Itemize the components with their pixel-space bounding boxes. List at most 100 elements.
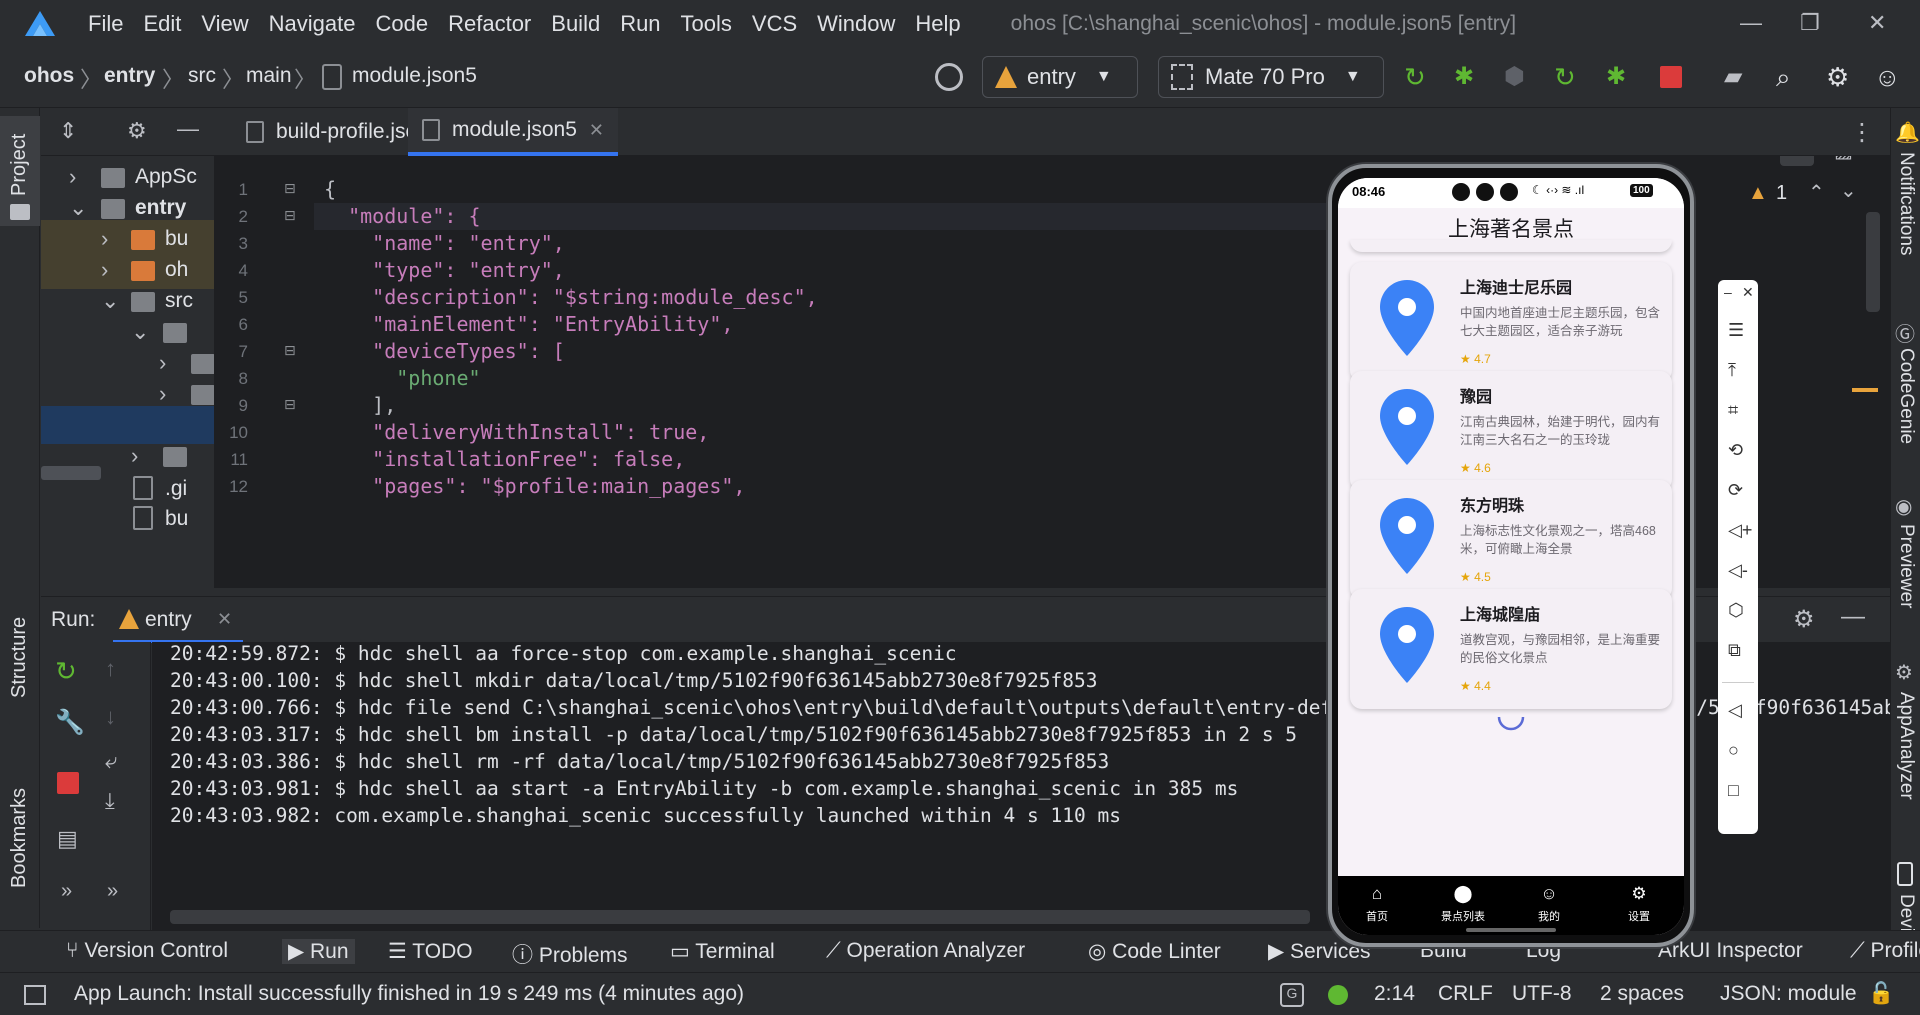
close-icon[interactable]: ✕ <box>589 120 604 141</box>
stop-icon[interactable] <box>57 772 79 794</box>
tab-module-json5[interactable]: module.json5 ✕ <box>408 108 619 156</box>
bell-icon[interactable]: 🔔 <box>1895 120 1920 145</box>
breadcrumb-file[interactable]: module.json5 <box>352 64 477 88</box>
hide-panel-icon[interactable]: — <box>177 116 199 142</box>
scenic-card[interactable]: 上海迪士尼乐园 中国内地首座迪士尼主题乐园，包含七大主题园区，适合亲子游玩 ★ … <box>1350 262 1672 382</box>
line-separator[interactable]: CRLF <box>1438 982 1493 1006</box>
search-icon[interactable]: ⌕ <box>1776 62 1806 92</box>
menu-refactor[interactable]: Refactor <box>448 11 531 37</box>
apply-changes-icon[interactable]: ↻ <box>1554 62 1584 92</box>
menu-tools[interactable]: Tools <box>681 11 732 37</box>
chevron-up-icon[interactable]: ⌃ <box>1808 180 1825 205</box>
vertical-scrollbar[interactable] <box>1866 212 1880 312</box>
nav-settings[interactable]: ⚙ 设置 <box>1604 884 1674 924</box>
menu-edit[interactable]: Edit <box>143 11 181 37</box>
more-icon[interactable]: » <box>107 880 118 903</box>
run-tool[interactable]: ▶ Run <box>282 939 355 964</box>
file-encoding[interactable]: UTF-8 <box>1512 982 1572 1006</box>
fold-icon[interactable]: ⊟ <box>284 207 296 224</box>
fold-device-icon[interactable]: ⬡ <box>1728 600 1748 620</box>
nav-profile[interactable]: ☺ 我的 <box>1514 884 1584 924</box>
profiler-tool[interactable]: ⟋ Profiler <box>1850 939 1920 963</box>
status-message[interactable]: App Launch: Install successfully finishe… <box>74 982 744 1006</box>
wrench-icon[interactable]: 🔧 <box>55 708 85 737</box>
volume-down-icon[interactable]: ◁- <box>1728 560 1748 580</box>
rerun-icon[interactable]: ↻ <box>55 656 77 687</box>
minimize-icon[interactable]: — <box>1740 10 1762 36</box>
device-icon[interactable] <box>1897 862 1913 886</box>
warning-icon[interactable]: ▲ <box>1748 182 1768 205</box>
target-icon[interactable] <box>935 63 963 91</box>
menu-code[interactable]: Code <box>376 11 429 37</box>
cursor-position[interactable]: 2:14 <box>1374 982 1415 1006</box>
breadcrumb-main[interactable]: main <box>246 64 292 88</box>
operation-analyzer-tool[interactable]: ⟋ Operation Analyzer <box>826 939 1025 963</box>
menu-help[interactable]: Help <box>915 11 960 37</box>
reader-mode-icon[interactable] <box>1780 156 1814 166</box>
menu-file[interactable]: File <box>88 11 123 37</box>
stop-icon[interactable] <box>1660 66 1682 88</box>
horizontal-scrollbar[interactable] <box>41 466 101 480</box>
appanalyzer-tool-label[interactable]: AppAnalyzer <box>1895 692 1917 800</box>
run-tab-entry[interactable]: entry ✕ <box>113 597 243 643</box>
lock-icon[interactable]: 🔓 <box>1868 982 1894 1006</box>
eye-icon[interactable]: ◉ <box>1895 494 1912 519</box>
gear-icon[interactable]: ⚙ <box>127 118 147 144</box>
menu-build[interactable]: Build <box>551 11 600 37</box>
horizontal-scrollbar[interactable] <box>170 910 1310 924</box>
fold-icon[interactable]: ⊟ <box>284 342 296 359</box>
hide-panel-icon[interactable]: — <box>1841 603 1865 631</box>
json-schema[interactable]: JSON: module <box>1720 982 1857 1006</box>
toggle-panel-icon[interactable] <box>24 985 46 1005</box>
minimize-icon[interactable]: – <box>1724 284 1732 300</box>
bookmarks-tool-label[interactable]: Bookmarks <box>8 788 31 888</box>
fold-icon[interactable]: ⊟ <box>284 180 296 197</box>
code-linter-tool[interactable]: ◎ Code Linter <box>1088 939 1221 964</box>
arrow-down-icon[interactable]: ↓ <box>105 704 116 730</box>
account-icon[interactable]: ☺ <box>1874 62 1904 92</box>
structure-tool-label[interactable]: Structure <box>8 617 31 698</box>
indent-setting[interactable]: 2 spaces <box>1600 982 1684 1006</box>
codegenie-status-icon[interactable]: G <box>1280 983 1304 1007</box>
warnings-count[interactable]: 1 <box>1776 182 1787 205</box>
menu-view[interactable]: View <box>201 11 248 37</box>
screenshot-icon[interactable]: ⌗ <box>1728 400 1748 420</box>
rotate-icon[interactable]: ⟲ <box>1728 440 1748 460</box>
close-icon[interactable]: ✕ <box>1742 284 1754 301</box>
project-tool-button[interactable]: Project <box>0 116 40 226</box>
menu-window[interactable]: Window <box>817 11 895 37</box>
folder-icon[interactable]: ▰ <box>1724 62 1754 92</box>
problems-tool[interactable]: ⓘ Problems <box>512 939 628 969</box>
recents-icon[interactable]: □ <box>1728 780 1748 800</box>
menu-navigate[interactable]: Navigate <box>269 11 356 37</box>
menu-vcs[interactable]: VCS <box>752 11 797 37</box>
scenic-card[interactable]: 东方明珠 上海标志性文化景观之一，塔高468米，可俯瞰上海全景 ★ 4.5 <box>1350 480 1672 600</box>
rotate-right-icon[interactable]: ⟳ <box>1728 480 1748 500</box>
restore-icon[interactable]: ❐ <box>1800 10 1820 36</box>
scroll-to-end-icon[interactable]: ⤓ <box>105 788 115 814</box>
close-icon[interactable]: ✕ <box>217 609 232 630</box>
menu-icon[interactable]: ☰ <box>1728 320 1748 340</box>
rerun-icon[interactable]: ↻ <box>1404 62 1434 92</box>
attach-debugger-icon[interactable]: ⬢ <box>1504 62 1534 92</box>
gear-icon[interactable]: ⚙ <box>1826 62 1856 92</box>
close-window-icon[interactable]: ✕ <box>1868 10 1886 36</box>
collapse-all-icon[interactable]: ⇕ <box>59 118 77 144</box>
nav-scenic-list[interactable]: ⬤ 景点列表 <box>1428 884 1498 924</box>
previewer-tool-label[interactable]: Previewer <box>1895 524 1917 608</box>
profile-icon[interactable]: ✱ <box>1606 62 1636 92</box>
chevron-down-icon[interactable]: ⌄ <box>1840 178 1857 203</box>
back-icon[interactable]: ◁ <box>1728 700 1748 720</box>
volume-up-icon[interactable]: ◁+ <box>1728 520 1752 540</box>
breadcrumb-ohos[interactable]: ohos <box>24 64 74 88</box>
pin-top-icon[interactable]: ⤒ <box>1728 360 1748 380</box>
more-vertical-icon[interactable]: ⋮ <box>1850 118 1874 147</box>
home-circle-icon[interactable]: ○ <box>1728 740 1748 760</box>
codegenie-tool-label[interactable]: CodeGenie <box>1895 348 1917 444</box>
layout-icon[interactable]: ▤ <box>57 826 78 852</box>
warning-marker[interactable] <box>1852 388 1878 392</box>
analyzer-icon[interactable]: ⚙ <box>1895 660 1913 685</box>
copy-icon[interactable]: ⧉ <box>1728 640 1748 660</box>
nav-home[interactable]: ⌂ 首页 <box>1342 884 1412 924</box>
breadcrumb-src[interactable]: src <box>188 64 216 88</box>
